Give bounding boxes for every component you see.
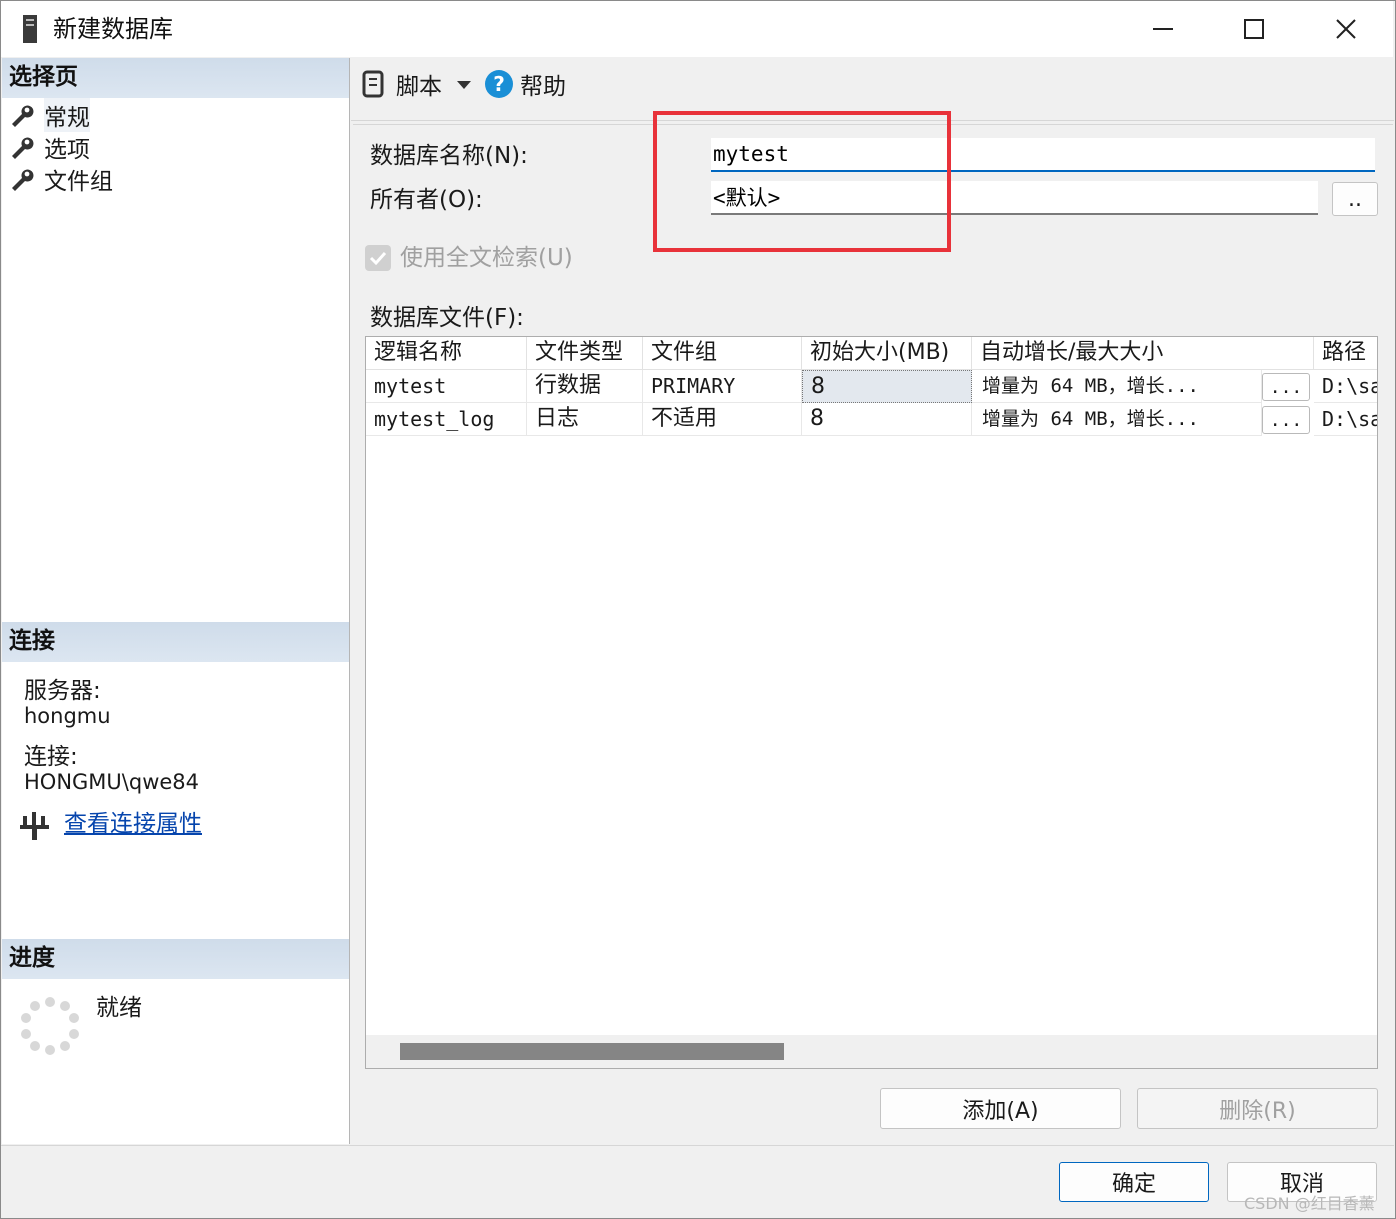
- owner-input[interactable]: [711, 181, 1318, 215]
- owner-label: 所有者(O):: [370, 187, 483, 213]
- column-header[interactable]: 初始大小(MB): [802, 337, 972, 370]
- column-header[interactable]: 自动增长/最大大小: [972, 337, 1314, 370]
- database-files-table: 逻辑名称 文件类型 文件组 初始大小(MB) 自动增长/最大大小 路径 myte…: [365, 336, 1378, 1069]
- table-cell-filegroup[interactable]: 不适用: [643, 403, 802, 436]
- owner-browse-button[interactable]: ..: [1332, 182, 1378, 216]
- table-cell-path[interactable]: D:\sa: [1314, 370, 1377, 403]
- autogrowth-browse-button[interactable]: ...: [1262, 373, 1310, 401]
- connection-properties-icon: [20, 812, 50, 844]
- add-button[interactable]: 添加(A): [880, 1088, 1121, 1129]
- select-page-header: 选择页: [2, 58, 349, 98]
- maximize-icon: [1244, 19, 1264, 39]
- script-icon: [362, 70, 384, 98]
- fulltext-label: 使用全文检索(U): [400, 245, 573, 271]
- svg-text:?: ?: [493, 72, 505, 96]
- maximize-button[interactable]: [1208, 1, 1300, 57]
- nav-item-label: 文件组: [44, 169, 113, 195]
- table-cell-initial-size[interactable]: 8: [802, 403, 972, 436]
- minimize-button[interactable]: [1117, 1, 1209, 57]
- table-cell-path[interactable]: D:\sa: [1314, 403, 1377, 436]
- sidebar: [2, 58, 350, 1144]
- table-cell-autogrowth[interactable]: 增量为 64 MB，增长...: [972, 370, 1262, 403]
- column-header[interactable]: 文件组: [643, 337, 802, 370]
- minimize-icon: [1153, 28, 1173, 30]
- column-header[interactable]: 逻辑名称: [366, 337, 527, 370]
- script-label: 脚本: [396, 74, 442, 100]
- table-cell-filegroup[interactable]: PRIMARY: [643, 370, 802, 403]
- connection-value: HONGMU\qwe84: [24, 770, 200, 794]
- connection-header: 连接: [2, 622, 349, 662]
- wrench-icon: [8, 101, 36, 129]
- divider: [1, 1145, 1394, 1146]
- close-icon: [1336, 19, 1356, 39]
- progress-status: 就绪: [96, 995, 142, 1021]
- table-cell-file-type[interactable]: 日志: [527, 403, 643, 436]
- progress-header: 进度: [2, 939, 349, 979]
- scrollbar-thumb[interactable]: [400, 1043, 784, 1060]
- chevron-down-icon: [457, 81, 471, 89]
- fulltext-checkbox[interactable]: [365, 245, 391, 271]
- window-title: 新建数据库: [53, 15, 173, 43]
- help-icon: ?: [485, 70, 513, 98]
- db-files-label: 数据库文件(F):: [370, 305, 524, 331]
- checkmark-icon: [369, 251, 387, 266]
- nav-item-label: 常规: [44, 98, 90, 132]
- table-cell-logical-name[interactable]: mytest: [366, 370, 527, 403]
- help-button[interactable]: ? 帮助: [484, 67, 566, 101]
- db-name-label: 数据库名称(N):: [370, 143, 528, 169]
- table-cell-autogrowth[interactable]: 增量为 64 MB，增长...: [972, 403, 1262, 436]
- watermark: CSDN @红目香薰: [1244, 1194, 1375, 1213]
- wrench-icon: [8, 133, 36, 161]
- column-header[interactable]: 路径: [1314, 337, 1377, 370]
- remove-button[interactable]: 删除(R): [1137, 1088, 1378, 1129]
- column-header[interactable]: 文件类型: [527, 337, 643, 370]
- nav-item-options[interactable]: 选项: [8, 131, 90, 163]
- server-value: hongmu: [24, 704, 111, 728]
- progress-spinner-icon: [20, 996, 80, 1060]
- table-cell-file-type[interactable]: 行数据: [527, 370, 643, 403]
- database-icon: [21, 15, 39, 43]
- ok-button[interactable]: 确定: [1059, 1162, 1209, 1202]
- table-cell-initial-size[interactable]: 8: [802, 370, 972, 403]
- nav-item-general[interactable]: 常规: [8, 98, 90, 132]
- horizontal-scrollbar[interactable]: [366, 1035, 1377, 1068]
- close-button[interactable]: [1300, 1, 1392, 57]
- nav-item-label: 选项: [44, 137, 90, 163]
- nav-item-filegroups[interactable]: 文件组: [8, 163, 113, 195]
- script-button[interactable]: 脚本: [360, 68, 474, 100]
- wrench-icon: [8, 165, 36, 193]
- autogrowth-browse-button[interactable]: ...: [1262, 406, 1310, 434]
- table-cell-logical-name[interactable]: mytest_log: [366, 403, 527, 436]
- help-label: 帮助: [520, 74, 566, 100]
- view-connection-properties-link[interactable]: 查看连接属性: [64, 808, 202, 840]
- db-name-input[interactable]: [711, 138, 1375, 172]
